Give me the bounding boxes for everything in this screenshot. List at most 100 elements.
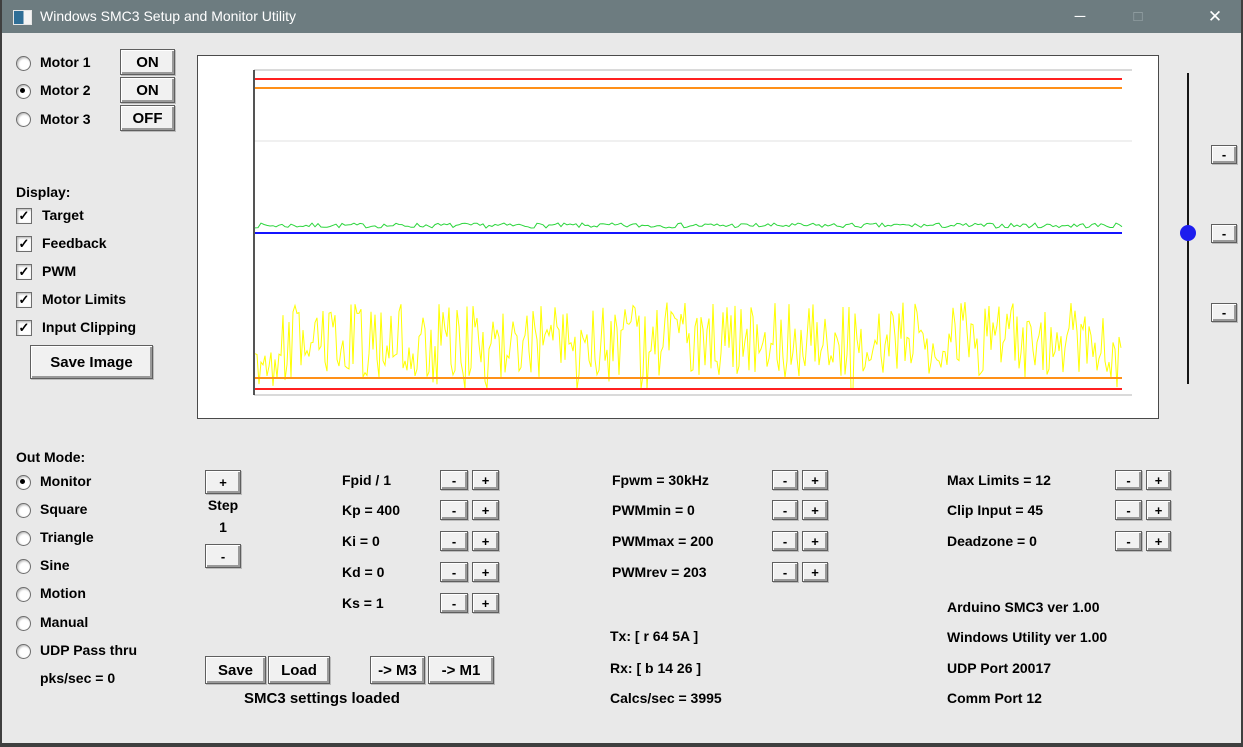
feedback-checkbox[interactable]: ✓ (16, 236, 32, 252)
app-icon (13, 10, 32, 25)
fpwm-label: Fpwm = 30kHz (612, 472, 709, 488)
pwmmin-label: PWMmin = 0 (612, 502, 695, 518)
out-mode-motion-radio[interactable] (16, 587, 31, 602)
utility-version-text: Windows Utility ver 1.00 (947, 629, 1108, 645)
title-bar: Windows SMC3 Setup and Monitor Utility ─… (2, 0, 1241, 33)
ks-plus-button[interactable]: + (472, 593, 499, 613)
slider-upper-minus-button[interactable]: - (1211, 145, 1237, 164)
input-clipping-checkbox[interactable]: ✓ (16, 320, 32, 336)
fpwm-minus-button[interactable]: - (772, 470, 798, 490)
slider-middle-minus-button[interactable]: - (1211, 224, 1237, 243)
motor1-on-button[interactable]: ON (120, 49, 175, 75)
out-mode-sine-label: Sine (40, 557, 70, 573)
display-heading: Display: (16, 184, 71, 200)
comm-port-text: Comm Port 12 (947, 690, 1042, 706)
out-mode-sine-radio[interactable] (16, 559, 31, 574)
pwmmax-plus-button[interactable]: + (802, 531, 828, 551)
step-heading: Step (207, 497, 239, 513)
close-button-icon[interactable]: ✕ (1192, 0, 1238, 33)
pwmrev-label: PWMrev = 203 (612, 564, 707, 580)
fpwm-plus-button[interactable]: + (802, 470, 828, 490)
ki-label: Ki = 0 (342, 533, 380, 549)
step-plus-button[interactable]: + (205, 470, 241, 494)
maximize-button-icon[interactable]: □ (1115, 0, 1161, 33)
scope-traces (253, 69, 1132, 396)
calcs-per-sec-readout: Calcs/sec = 3995 (610, 690, 722, 706)
window-title: Windows SMC3 Setup and Monitor Utility (40, 8, 296, 24)
tx-readout: Tx: [ r 64 5A ] (610, 628, 699, 644)
save-settings-button[interactable]: Save (205, 656, 266, 684)
target-checkbox-label: Target (42, 207, 84, 223)
out-mode-monitor-radio[interactable] (16, 475, 31, 490)
out-mode-triangle-label: Triangle (40, 529, 94, 545)
minimize-button-icon[interactable]: ─ (1057, 0, 1103, 33)
out-mode-motion-label: Motion (40, 585, 86, 601)
copy-to-m3-button[interactable]: -> M3 (370, 656, 425, 684)
app-window: Windows SMC3 Setup and Monitor Utility ─… (0, 0, 1243, 747)
pwm-checkbox[interactable]: ✓ (16, 264, 32, 280)
out-mode-udp-radio[interactable] (16, 644, 31, 659)
target-checkbox[interactable]: ✓ (16, 208, 32, 224)
motor3-label: Motor 3 (40, 111, 91, 127)
step-minus-button[interactable]: - (205, 544, 241, 568)
pwmmax-label: PWMmax = 200 (612, 533, 714, 549)
trace-feedback (254, 222, 1123, 229)
deadzone-label: Deadzone = 0 (947, 533, 1037, 549)
out-mode-udp-label: UDP Pass thru (40, 642, 137, 658)
motor3-off-button[interactable]: OFF (120, 105, 175, 131)
slider-lower-minus-button[interactable]: - (1211, 303, 1237, 322)
rx-readout: Rx: [ b 14 26 ] (610, 660, 702, 676)
fpid-minus-button[interactable]: - (440, 470, 468, 490)
kd-label: Kd = 0 (342, 564, 385, 580)
motor-limits-checkbox-label: Motor Limits (42, 291, 126, 307)
load-settings-button[interactable]: Load (268, 656, 330, 684)
ki-plus-button[interactable]: + (472, 531, 499, 551)
pwmrev-plus-button[interactable]: + (802, 562, 828, 582)
out-mode-manual-radio[interactable] (16, 616, 31, 631)
feedback-checkbox-label: Feedback (42, 235, 107, 251)
out-mode-manual-label: Manual (40, 614, 89, 630)
out-mode-heading: Out Mode: (16, 449, 86, 465)
pwm-checkbox-label: PWM (42, 263, 77, 279)
kd-minus-button[interactable]: - (440, 562, 468, 582)
motor2-on-button[interactable]: ON (120, 77, 175, 103)
kp-minus-button[interactable]: - (440, 500, 468, 520)
deadzone-plus-button[interactable]: + (1146, 531, 1171, 551)
pwmmin-minus-button[interactable]: - (772, 500, 798, 520)
out-mode-square-radio[interactable] (16, 503, 31, 518)
clip-input-minus-button[interactable]: - (1115, 500, 1142, 520)
kp-plus-button[interactable]: + (472, 500, 499, 520)
out-mode-triangle-radio[interactable] (16, 531, 31, 546)
pwmrev-minus-button[interactable]: - (772, 562, 798, 582)
step-value: 1 (219, 519, 227, 535)
pks-per-sec-label: pks/sec = 0 (40, 670, 116, 686)
fpid-label: Fpid / 1 (342, 472, 391, 488)
clip-input-plus-button[interactable]: + (1146, 500, 1171, 520)
motor1-radio[interactable] (16, 56, 31, 71)
max-limits-label: Max Limits = 12 (947, 472, 1051, 488)
kd-plus-button[interactable]: + (472, 562, 499, 582)
kp-label: Kp = 400 (342, 502, 400, 518)
deadzone-minus-button[interactable]: - (1115, 531, 1142, 551)
trace-pwm (254, 302, 1122, 390)
motor1-label: Motor 1 (40, 54, 91, 70)
motor-limits-checkbox[interactable]: ✓ (16, 292, 32, 308)
input-clipping-checkbox-label: Input Clipping (42, 319, 137, 335)
ks-minus-button[interactable]: - (440, 593, 468, 613)
target-slider-handle[interactable] (1180, 225, 1196, 241)
copy-to-m1-button[interactable]: -> M1 (428, 656, 494, 684)
motor2-radio[interactable] (16, 84, 31, 99)
out-mode-square-label: Square (40, 501, 88, 517)
motor3-radio[interactable] (16, 112, 31, 127)
max-limits-minus-button[interactable]: - (1115, 470, 1142, 490)
pwmmax-minus-button[interactable]: - (772, 531, 798, 551)
ki-minus-button[interactable]: - (440, 531, 468, 551)
pwmmin-plus-button[interactable]: + (802, 500, 828, 520)
save-image-button[interactable]: Save Image (30, 345, 153, 379)
ks-label: Ks = 1 (342, 595, 384, 611)
max-limits-plus-button[interactable]: + (1146, 470, 1171, 490)
fpid-plus-button[interactable]: + (472, 470, 499, 490)
clip-input-label: Clip Input = 45 (947, 502, 1044, 518)
udp-port-text: UDP Port 20017 (947, 660, 1052, 676)
out-mode-monitor-label: Monitor (40, 473, 92, 489)
